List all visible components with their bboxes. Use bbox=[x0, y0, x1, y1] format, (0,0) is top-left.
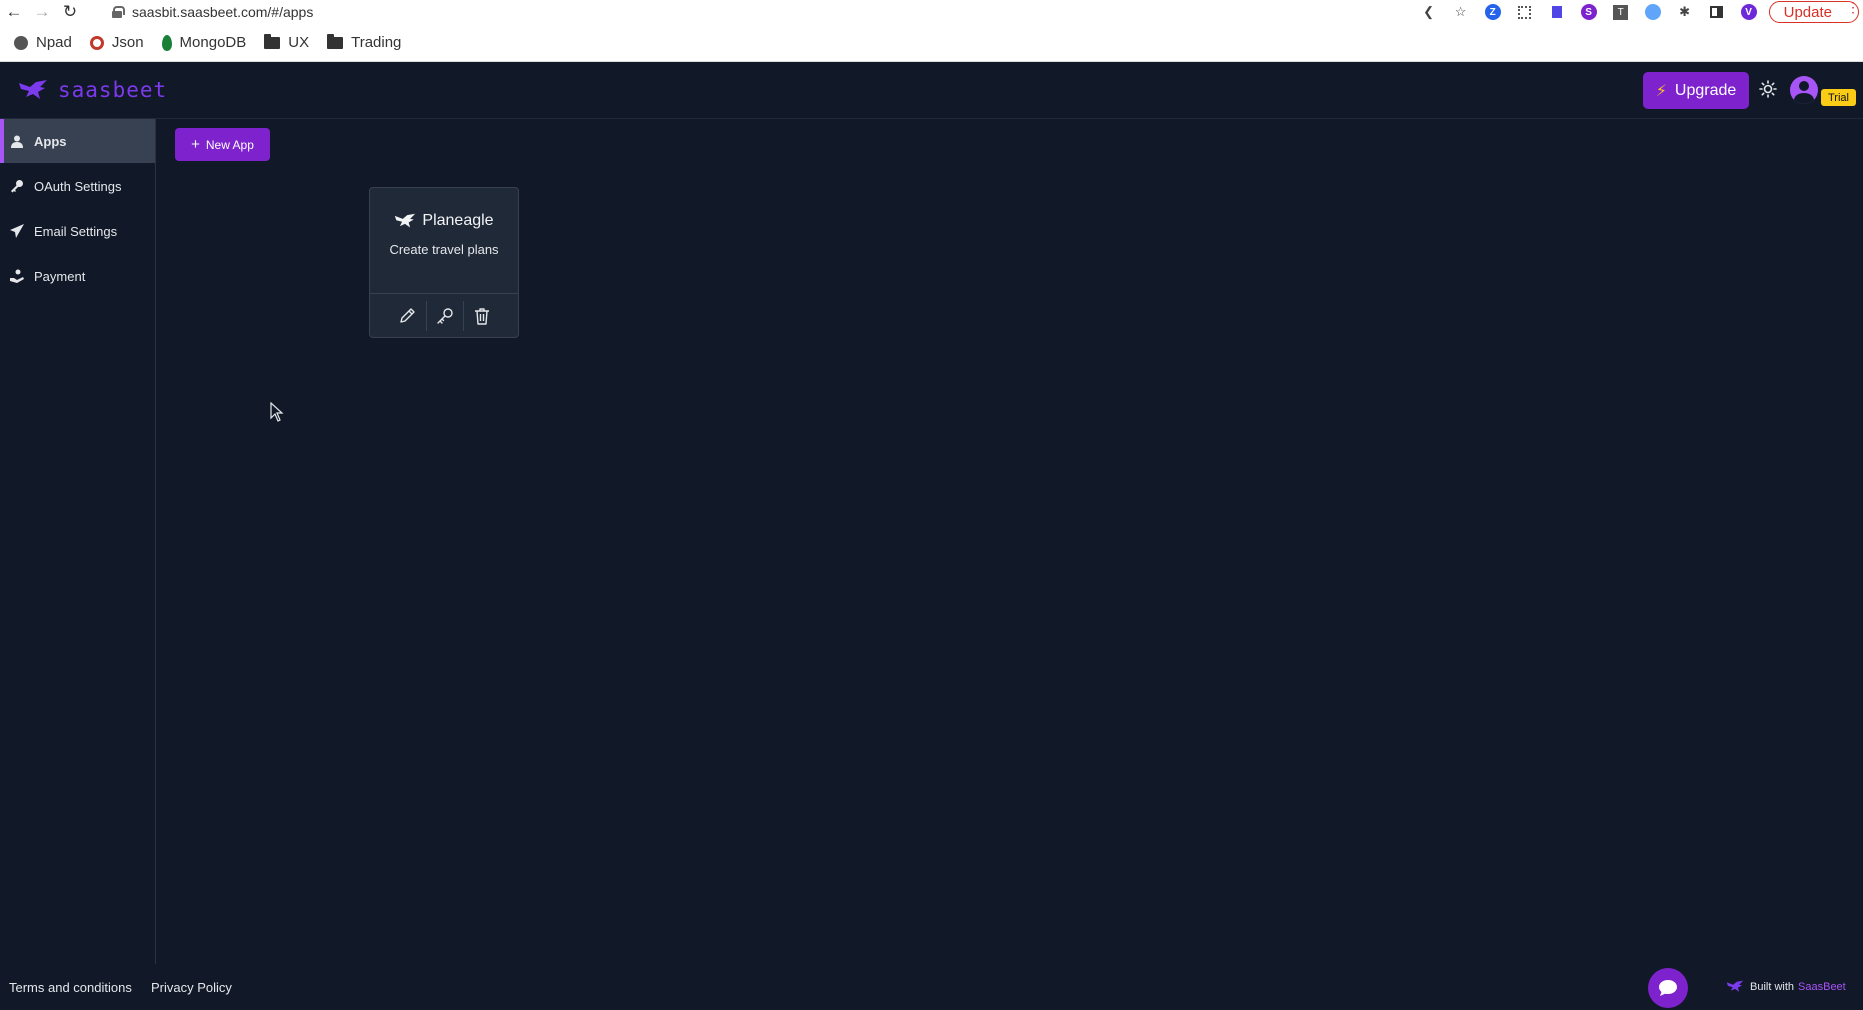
user-avatar[interactable] bbox=[1790, 76, 1818, 104]
bookmark-trading[interactable]: Trading bbox=[327, 33, 401, 51]
logo-text: saasbeet bbox=[58, 78, 168, 102]
profile-avatar[interactable]: V bbox=[1737, 0, 1761, 24]
plus-icon: + bbox=[191, 136, 200, 153]
key-icon bbox=[436, 308, 453, 324]
side-panel-icon[interactable] bbox=[1705, 0, 1729, 24]
sidebar-item-apps[interactable]: Apps bbox=[0, 119, 155, 163]
app-card-header: Planeagle bbox=[370, 212, 518, 230]
json-icon bbox=[89, 35, 104, 50]
sidebar-item-payment[interactable]: Payment bbox=[0, 254, 155, 298]
t-extension-icon[interactable]: T bbox=[1609, 0, 1633, 24]
key-icon bbox=[10, 179, 24, 193]
chat-button[interactable] bbox=[1648, 968, 1688, 1008]
bookmarks-bar: Npad Json MongoDB UX Trading bbox=[0, 24, 1863, 62]
lightning-icon: ⚡︎ bbox=[1655, 82, 1667, 100]
browser-toolbar: ← → ↻ saasbit.saasbeet.com/#/apps ❮ ☆ Z … bbox=[0, 0, 1863, 24]
user-icon bbox=[10, 134, 24, 148]
globe-icon bbox=[14, 35, 28, 50]
share-icon[interactable]: ❮ bbox=[1417, 0, 1441, 24]
folder-icon bbox=[264, 33, 281, 49]
hand-coin-icon bbox=[10, 269, 24, 283]
bookmark-mongodb[interactable]: MongoDB bbox=[161, 34, 246, 51]
built-with-credit[interactable]: Built with SaasBeet bbox=[1726, 980, 1846, 993]
mongodb-leaf-icon bbox=[161, 34, 172, 51]
logo[interactable]: saasbeet bbox=[18, 78, 167, 102]
back-arrow-icon[interactable]: ← bbox=[0, 0, 28, 24]
bookmark-npad[interactable]: Npad bbox=[14, 34, 72, 51]
puzzle-icon[interactable]: ✱ bbox=[1673, 0, 1697, 24]
eagle-logo-icon bbox=[19, 80, 47, 99]
lock-icon bbox=[112, 6, 125, 18]
zoom-extension-icon[interactable]: Z bbox=[1481, 0, 1505, 24]
puzzle-blocks-extension-icon[interactable] bbox=[1545, 0, 1569, 24]
app-card: Planeagle Create travel plans bbox=[369, 187, 519, 338]
extension-bar: ❮ ☆ Z S T ✱ V Update ⋮ bbox=[1409, 0, 1863, 24]
bookmark-json[interactable]: Json bbox=[89, 34, 144, 51]
sidebar-item-email-settings[interactable]: Email Settings bbox=[0, 209, 155, 253]
sidebar-item-oauth-settings[interactable]: OAuth Settings bbox=[0, 164, 155, 208]
folder-icon bbox=[327, 33, 344, 49]
terms-link[interactable]: Terms and conditions bbox=[9, 980, 132, 995]
app-card-actions bbox=[370, 293, 518, 338]
chat-bubble-icon bbox=[1659, 980, 1677, 996]
app-header: saasbeet ⚡︎ Upgrade Trial bbox=[0, 62, 1863, 119]
eagle-logo-icon bbox=[1726, 980, 1744, 992]
trash-icon bbox=[474, 308, 489, 325]
forward-arrow-icon[interactable]: → bbox=[28, 0, 56, 24]
trial-badge: Trial bbox=[1821, 89, 1856, 106]
star-icon[interactable]: ☆ bbox=[1449, 0, 1473, 24]
sidebar: Apps OAuth Settings Email Settings Payme… bbox=[0, 119, 156, 964]
menu-dots-icon: ⋮ bbox=[1846, 0, 1860, 15]
edit-button[interactable] bbox=[389, 301, 426, 331]
theme-toggle-sun-icon[interactable] bbox=[1757, 78, 1779, 100]
delete-button[interactable] bbox=[462, 301, 500, 331]
s-extension-icon[interactable]: S bbox=[1577, 0, 1601, 24]
upgrade-button[interactable]: ⚡︎ Upgrade bbox=[1643, 72, 1749, 109]
address-bar[interactable]: saasbit.saasbeet.com/#/apps bbox=[112, 0, 313, 24]
app-description: Create travel plans bbox=[389, 242, 499, 257]
credentials-button[interactable] bbox=[425, 301, 463, 331]
new-app-button[interactable]: + New App bbox=[175, 128, 270, 161]
app-name: Planeagle bbox=[422, 212, 494, 229]
reload-icon[interactable]: ↻ bbox=[56, 0, 84, 24]
footer: Terms and conditions Privacy Policy Buil… bbox=[0, 964, 1863, 1010]
mouse-cursor-icon bbox=[270, 402, 284, 422]
privacy-link[interactable]: Privacy Policy bbox=[151, 980, 232, 995]
bookmark-ux[interactable]: UX bbox=[264, 33, 309, 51]
url-text: saasbit.saasbeet.com/#/apps bbox=[132, 4, 314, 20]
update-button[interactable]: Update ⋮ bbox=[1768, 0, 1860, 23]
paper-plane-icon bbox=[10, 224, 24, 238]
eagle-app-icon bbox=[395, 213, 416, 228]
circle-extension-icon[interactable] bbox=[1641, 0, 1665, 24]
pencil-icon bbox=[400, 308, 415, 323]
qr-extension-icon[interactable] bbox=[1513, 0, 1537, 24]
